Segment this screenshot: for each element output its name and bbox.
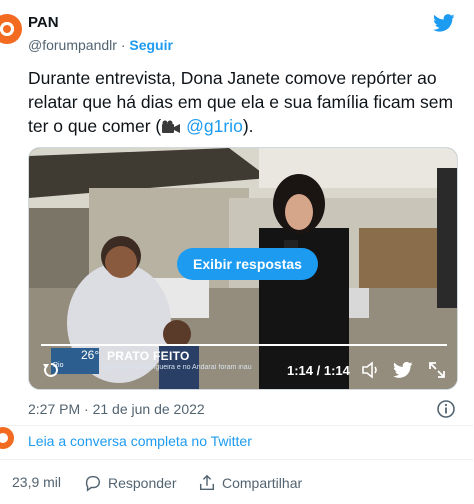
author-avatar-small[interactable]	[0, 427, 14, 449]
video-time: 1:14 / 1:14	[287, 363, 350, 378]
author-avatar[interactable]	[0, 14, 22, 44]
tweet-body-end: ).	[242, 116, 254, 136]
info-icon[interactable]	[436, 399, 456, 419]
twitter-bird-small-icon[interactable]	[393, 360, 413, 380]
share-action[interactable]: Compartilhar	[198, 474, 302, 492]
divider	[0, 425, 474, 426]
share-label: Compartilhar	[222, 475, 303, 491]
video-progress-bar[interactable]	[41, 344, 447, 346]
mention-link[interactable]: @g1rio	[186, 116, 243, 136]
tweet-timestamp[interactable]: 2:27 PM · 21 de jun de 2022	[28, 401, 205, 417]
author-handle[interactable]: @forumpandlr	[28, 37, 117, 53]
twitter-bird-icon[interactable]	[432, 12, 456, 34]
video-progress-fill	[41, 344, 447, 346]
like-count: 23,9 mil	[12, 474, 62, 490]
fullscreen-icon[interactable]	[427, 360, 447, 380]
volume-icon[interactable]	[361, 360, 381, 380]
embedded-tweet: PAN @forumpandlr · Seguir Durante entrev…	[0, 0, 474, 504]
tweet-header: PAN @forumpandlr · Seguir	[28, 14, 173, 55]
tweet-actions: 23,9 mil Responder Compartilhar	[0, 470, 474, 498]
like-action[interactable]: 23,9 mil	[12, 474, 61, 490]
author-name[interactable]: PAN	[28, 14, 173, 32]
show-replies-button[interactable]: Exibir respostas	[177, 248, 318, 280]
reply-label: Responder	[108, 475, 177, 491]
share-icon	[199, 474, 215, 491]
replay-icon[interactable]	[41, 360, 61, 380]
divider	[0, 459, 474, 460]
author-handle-row: @forumpandlr · Seguir	[28, 35, 173, 55]
separator-dot: ·	[120, 37, 126, 53]
follow-button[interactable]: Seguir	[129, 37, 173, 53]
video-player[interactable]: Exibir respostas 26° Rio PRATO FEITO Coz…	[28, 147, 458, 390]
reply-action[interactable]: Responder	[84, 474, 177, 492]
movie-camera-icon	[162, 120, 181, 133]
tweet-text: Durante entrevista, Dona Janete comove r…	[28, 66, 458, 138]
reply-icon	[85, 475, 100, 492]
video-controls: 1:14 / 1:14	[29, 356, 457, 386]
read-conversation-link[interactable]: Leia a conversa completa no Twitter	[28, 433, 252, 449]
